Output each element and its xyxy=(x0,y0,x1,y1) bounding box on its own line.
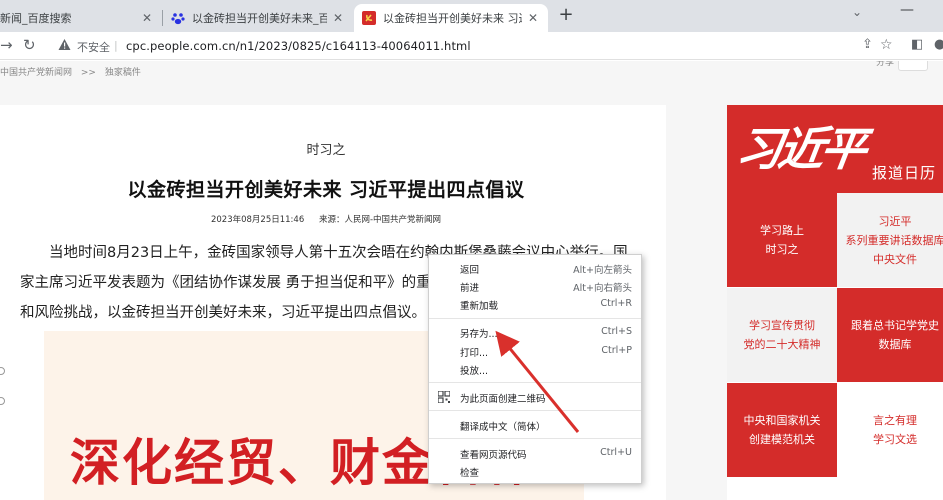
share-icon[interactable]: ⇪ xyxy=(862,36,873,54)
link-study-anthology[interactable]: 言之有理 学习文选 xyxy=(837,383,943,477)
url-text[interactable]: cpc.people.com.cn/n1/2023/0825/c164113-4… xyxy=(126,39,471,53)
tab-active-article[interactable]: 以金砖担当开创美好未来 习近平提 ✕ xyxy=(354,4,548,32)
reload-icon[interactable]: ↻ xyxy=(23,36,36,54)
menu-shortcut: Ctrl+S xyxy=(601,326,632,337)
context-menu: 返回 Alt+向左箭头 前进 Alt+向右箭头 重新加载 Ctrl+R 另存为.… xyxy=(428,254,642,484)
cell-line: 创建模范机关 xyxy=(749,433,815,446)
link-model-organs[interactable]: 中央和国家机关 创建模范机关 xyxy=(727,383,837,477)
cell-line: 习近平 xyxy=(878,214,912,228)
address-bar[interactable]: 不安全 | cpc.people.com.cn/n1/2023/0825/c16… xyxy=(46,35,904,57)
cell-line: 跟着总书记学党史 xyxy=(851,319,939,332)
minimize-icon[interactable]: — xyxy=(900,2,914,18)
menu-item-print[interactable]: 打印... Ctrl+P xyxy=(429,342,641,360)
share-dot-icon[interactable] xyxy=(0,367,5,375)
url-divider: | xyxy=(114,39,118,52)
tab-label: 新闻_百度搜索 xyxy=(0,12,72,25)
cell-line: 中央和国家机关 xyxy=(743,414,821,427)
menu-item-cast[interactable]: 投放... xyxy=(429,360,641,378)
cell-line: 学习文选 xyxy=(873,433,917,446)
profile-icon[interactable]: ● xyxy=(934,36,943,54)
link-party-history[interactable]: 跟着总书记学党史 数据库 xyxy=(837,288,943,382)
menu-item-qr-code[interactable]: 为此页面创建二维码 xyxy=(429,388,641,406)
article-meta: 2023年08月25日11:46 来源：人民网-中国共产党新闻网 xyxy=(0,213,652,225)
cell-line: 时习之 xyxy=(765,243,799,256)
cell-line: 中央文件 xyxy=(873,252,917,266)
browser-toolbar: → ↻ 不安全 | cpc.people.com.cn/n1/2023/0825… xyxy=(0,32,943,60)
tab-label: 以金砖担当开创美好未来_百度搜 xyxy=(192,12,327,25)
article-date: 2023年08月25日11:46 xyxy=(210,215,305,225)
forward-arrow-icon[interactable]: → xyxy=(0,36,13,54)
menu-label: 翻译成中文（简体） xyxy=(460,422,546,433)
cell-line: 数据库 xyxy=(878,338,912,351)
baidu-paw-icon xyxy=(171,13,185,25)
close-icon[interactable]: ✕ xyxy=(140,11,154,25)
share-box[interactable] xyxy=(898,61,928,71)
side-panel-icon[interactable]: ◧ xyxy=(911,36,923,54)
menu-shortcut: Alt+向左箭头 xyxy=(573,265,632,276)
menu-label: 重新加载 xyxy=(460,301,499,312)
menu-separator xyxy=(429,410,641,411)
share-dot-icon[interactable] xyxy=(0,397,5,405)
cell-line: 学习路上 xyxy=(760,224,804,237)
menu-label: 投放... xyxy=(460,366,489,377)
menu-label: 查看网页源代码 xyxy=(460,450,527,461)
menu-label: 另存为... xyxy=(460,329,498,340)
cell-line: 系列重要讲话数据库 xyxy=(845,233,943,247)
link-study-road[interactable]: 学习路上 时习之 xyxy=(727,193,837,287)
new-tab-button[interactable]: + xyxy=(556,6,576,26)
menu-label: 前进 xyxy=(460,283,480,294)
tab-baidu-search[interactable]: 以金砖担当开创美好未来_百度搜 ✕ xyxy=(163,4,353,32)
article-headline: 以金砖担当开创美好未来 习近平提出四点倡议 xyxy=(127,179,525,201)
cell-line: 学习宣传贯彻 xyxy=(749,319,815,332)
warning-icon xyxy=(58,39,71,50)
breadcrumb-section[interactable]: 独家稿件 xyxy=(105,68,141,78)
menu-shortcut: Ctrl+P xyxy=(601,345,632,356)
chevron-down-icon[interactable]: ⌄ xyxy=(852,5,862,19)
cell-line: 言之有理 xyxy=(873,414,917,427)
article-source: 来源：人民网-中国共产党新闻网 xyxy=(318,215,442,225)
breadcrumb-separator: >> xyxy=(80,68,96,78)
menu-item-forward[interactable]: 前进 Alt+向右箭头 xyxy=(429,277,641,295)
tab-baidu-news[interactable]: 新闻_百度搜索 ✕ xyxy=(0,4,162,32)
tab-strip: 新闻_百度搜索 ✕ 以金砖担当开创美好未来_百度搜 ✕ 以金砖担当开创美好未来 … xyxy=(0,0,943,32)
menu-separator xyxy=(429,438,641,439)
menu-shortcut: Ctrl+R xyxy=(600,298,632,309)
menu-separator xyxy=(429,318,641,319)
menu-shortcut: Alt+向右箭头 xyxy=(573,283,632,294)
menu-item-view-source[interactable]: 查看网页源代码 Ctrl+U xyxy=(429,444,641,462)
link-speech-database[interactable]: 习近平 系列重要讲话数据库 中央文件 xyxy=(837,193,943,287)
cell-line: 党的二十大精神 xyxy=(743,338,821,351)
menu-separator xyxy=(429,382,641,383)
menu-item-save-as[interactable]: 另存为... Ctrl+S xyxy=(429,323,641,341)
menu-label: 为此页面创建二维码 xyxy=(460,394,546,405)
share-label[interactable]: 分享 xyxy=(876,61,894,68)
calligraphy-logo: 习近平 xyxy=(732,122,867,176)
menu-item-translate[interactable]: 翻译成中文（简体） xyxy=(429,416,641,434)
menu-item-back[interactable]: 返回 Alt+向左箭头 xyxy=(429,259,641,277)
menu-shortcut: Ctrl+U xyxy=(600,447,632,458)
menu-label: 返回 xyxy=(460,265,480,276)
party-emblem-icon xyxy=(362,11,376,25)
sidebar: 习近平 报道日历 学习路上 时习之 习近平 系列重要讲话数据库 中央文件 学习宣… xyxy=(727,105,943,500)
menu-item-reload[interactable]: 重新加载 Ctrl+R xyxy=(429,295,641,313)
menu-item-inspect[interactable]: 检查 xyxy=(429,462,641,480)
menu-label: 打印... xyxy=(460,348,489,359)
calendar-banner[interactable]: 习近平 报道日历 xyxy=(727,105,943,193)
insecure-label: 不安全 xyxy=(77,41,110,54)
tab-label: 以金砖担当开创美好未来 习近平提 xyxy=(383,12,522,25)
article-author: 时习之 xyxy=(306,143,346,158)
breadcrumb: 中国共产党新闻网 >> 独家稿件 xyxy=(0,65,141,78)
close-icon[interactable]: ✕ xyxy=(526,11,540,25)
star-icon[interactable]: ☆ xyxy=(880,36,893,54)
close-icon[interactable]: ✕ xyxy=(331,11,345,25)
link-twentieth-congress[interactable]: 学习宣传贯彻 党的二十大精神 xyxy=(727,288,837,382)
qr-code-icon xyxy=(438,391,450,403)
menu-label: 检查 xyxy=(460,468,480,479)
breadcrumb-site[interactable]: 中国共产党新闻网 xyxy=(0,68,72,78)
calendar-subtitle: 报道日历 xyxy=(872,164,937,182)
